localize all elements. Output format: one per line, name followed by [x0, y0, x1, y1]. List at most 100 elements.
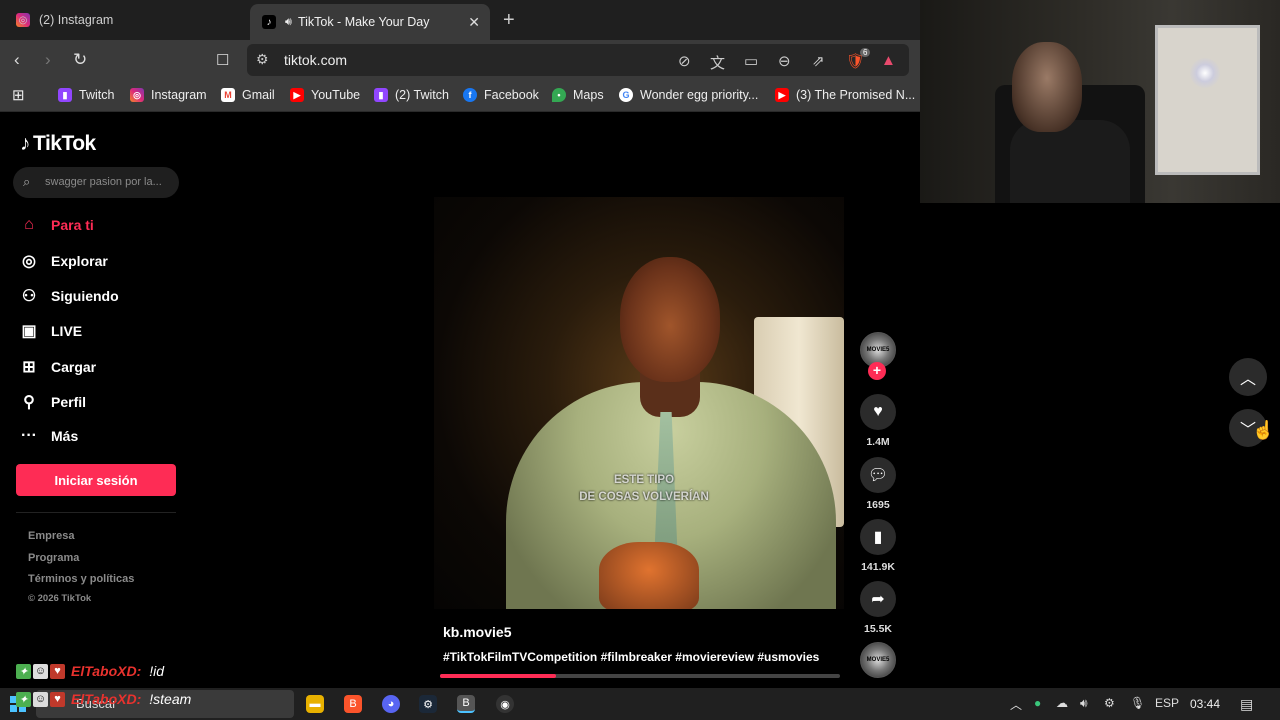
address-bar[interactable]: ⚙ tiktok.com — [247, 44, 909, 76]
facebook-icon: f — [463, 88, 477, 102]
menu-siguiendo[interactable]: ⚇ Siguiendo — [20, 286, 119, 306]
video-player[interactable]: ESTE TIPO DE COSAS VOLVERÍAN — [434, 197, 844, 609]
badge-icon: ✦ — [16, 663, 31, 679]
menu-mas[interactable]: ··· Más — [20, 427, 78, 445]
following-icon: ⚇ — [21, 288, 37, 305]
bookmark-twitch-2[interactable]: ▮ (2) Twitch — [374, 88, 449, 102]
compass-icon: ◎ — [22, 253, 36, 270]
file-explorer-icon[interactable]: ▬ — [306, 695, 324, 713]
clock[interactable]: 03:44 — [1190, 697, 1220, 711]
chat-badges: ✦ ☺ ♥ — [16, 663, 67, 679]
media-off-icon[interactable]: ⊘ — [678, 52, 691, 70]
share-count: 15.5K — [863, 623, 893, 635]
webcam-person-body — [1010, 120, 1130, 203]
profile-icon: ⚲ — [23, 394, 35, 411]
badge-icon: ☺ — [33, 663, 48, 679]
search-icon: ⌕ — [23, 174, 31, 189]
comment-count: 1695 — [866, 499, 890, 511]
apps-grid-icon[interactable]: ⊞ — [12, 86, 25, 104]
video-progress-fill — [440, 674, 556, 678]
bookmark-instagram[interactable]: ◎ Instagram — [130, 88, 207, 102]
footer-terminos[interactable]: Términos y políticas — [28, 573, 134, 585]
steam-icon[interactable]: ⚙ — [419, 695, 437, 713]
obs-icon[interactable]: ◉ — [496, 695, 514, 713]
tab-tiktok[interactable]: ♪ 🔊︎ TikTok - Make Your Day ✕ — [250, 4, 490, 40]
video-caption[interactable]: #TikTokFilmTVCompetition #filmbreaker #m… — [443, 650, 819, 664]
bookmark-maps[interactable]: • Maps — [552, 88, 604, 102]
microphone-icon[interactable]: 🎙︎ — [1130, 696, 1145, 710]
footer-empresa[interactable]: Empresa — [28, 530, 74, 542]
bookmark-youtube[interactable]: ▶ YouTube — [290, 88, 360, 102]
previous-video-button[interactable]: ︿ — [1229, 358, 1267, 396]
login-button[interactable]: Iniciar sesión — [16, 464, 176, 496]
cloud-icon[interactable]: ☁ — [1056, 696, 1068, 710]
comment-button[interactable]: 💬︎ — [860, 457, 896, 493]
tiktok-logo-icon: ♪ — [20, 132, 31, 155]
brave-icon[interactable]: B — [344, 695, 362, 713]
new-tab-button[interactable]: + — [503, 9, 515, 32]
bookmarks-bar: ⊞ ▮ Twitch ◎ Instagram M Gmail ▶ YouTube ▮ (2… — [0, 80, 920, 112]
steam-tray-icon[interactable]: ⚙ — [1104, 696, 1115, 710]
volume-icon[interactable]: 🔊︎ — [1080, 696, 1088, 711]
bookmark-promised[interactable]: ▶ (3) The Promised N... — [775, 88, 915, 102]
chat-text: !steam — [149, 691, 192, 707]
webcam-overlay — [920, 0, 1280, 203]
search-input[interactable]: ⌕ swagger pasion por la... — [13, 167, 179, 198]
comment-icon: 💬︎ — [867, 467, 889, 484]
menu-para-ti[interactable]: ⌂ Para ti — [20, 216, 94, 234]
discord-icon[interactable]: ◕ — [382, 695, 400, 713]
cast-icon[interactable]: ▭ — [744, 52, 758, 70]
search-placeholder: swagger pasion por la... — [45, 176, 162, 188]
bookmark-icon: ▮ — [873, 529, 883, 546]
follow-button[interactable]: + — [868, 362, 886, 380]
video-person-head — [620, 257, 720, 382]
badge-icon: ♥ — [50, 691, 65, 707]
footer-copyright: © 2026 TikTok — [28, 593, 92, 604]
menu-cargar[interactable]: ⊞ Cargar — [20, 357, 96, 377]
like-button[interactable]: ♥ — [860, 394, 896, 430]
chat-message: ✦ ☺ ♥ ElTaboXD: !steam — [16, 691, 191, 707]
bookmark-icon[interactable]: ☐ — [216, 51, 229, 69]
instagram-icon: ◎ — [16, 13, 30, 27]
menu-live[interactable]: ▣ LIVE — [20, 321, 82, 341]
live-icon: ▣ — [21, 323, 37, 340]
tray-status-icon[interactable]: ● — [1034, 696, 1041, 710]
close-icon[interactable]: ✕ — [468, 14, 480, 31]
video-progress-bar[interactable] — [440, 674, 840, 678]
menu-explorar[interactable]: ◎ Explorar — [20, 251, 108, 271]
chat-message: ✦ ☺ ♥ ElTaboXD: !id — [16, 663, 164, 679]
back-icon[interactable]: ‹ — [14, 50, 20, 70]
tray-expand-icon[interactable]: ︿ — [1010, 696, 1022, 713]
notifications-icon[interactable]: ▤ — [1240, 696, 1253, 713]
share-button[interactable]: ➦ — [860, 581, 896, 617]
video-subtitle: ESTE TIPO DE COSAS VOLVERÍAN — [579, 474, 709, 503]
forward-icon[interactable]: › — [45, 50, 51, 70]
chat-username: ElTaboXD: — [71, 691, 142, 707]
tab-label: TikTok - Make Your Day — [297, 15, 430, 29]
tab-instagram[interactable]: ◎ (2) Instagram — [10, 4, 245, 36]
brave-rewards-icon[interactable]: ▲ — [881, 52, 896, 69]
tiktok-logo[interactable]: ♪ TikTok — [20, 132, 96, 156]
bookmark-wonder-egg[interactable]: G Wonder egg priority... — [619, 88, 758, 102]
translate-icon[interactable]: 文 — [710, 52, 725, 73]
save-button[interactable]: ▮ — [860, 519, 896, 555]
footer-programa[interactable]: Programa — [28, 552, 79, 564]
share-icon[interactable]: ⇗ — [812, 52, 825, 70]
site-settings-icon[interactable]: ⚙ — [256, 51, 269, 68]
bookmark-twitch[interactable]: ▮ Twitch — [58, 88, 114, 102]
language-indicator[interactable]: ESP — [1155, 696, 1179, 710]
sound-disc[interactable]: MOVIE5 — [860, 642, 896, 678]
hand-cursor-icon: ☝ — [1252, 420, 1275, 440]
webcam-person-head — [1012, 42, 1082, 132]
menu-perfil[interactable]: ⚲ Perfil — [20, 392, 86, 412]
speaker-icon[interactable]: 🔊︎ — [285, 16, 292, 29]
bookmark-gmail[interactable]: M Gmail — [221, 88, 275, 102]
like-count: 1.4M — [866, 436, 890, 448]
brave-active-icon[interactable]: B — [457, 695, 475, 713]
youtube-icon: ▶ — [775, 88, 789, 102]
reload-icon[interactable]: ↻ — [73, 50, 87, 70]
zoom-icon[interactable]: ⊖ — [778, 52, 791, 70]
bookmark-facebook[interactable]: f Facebook — [463, 88, 539, 102]
video-author[interactable]: kb.movie5 — [443, 624, 511, 640]
google-icon: G — [619, 88, 633, 102]
